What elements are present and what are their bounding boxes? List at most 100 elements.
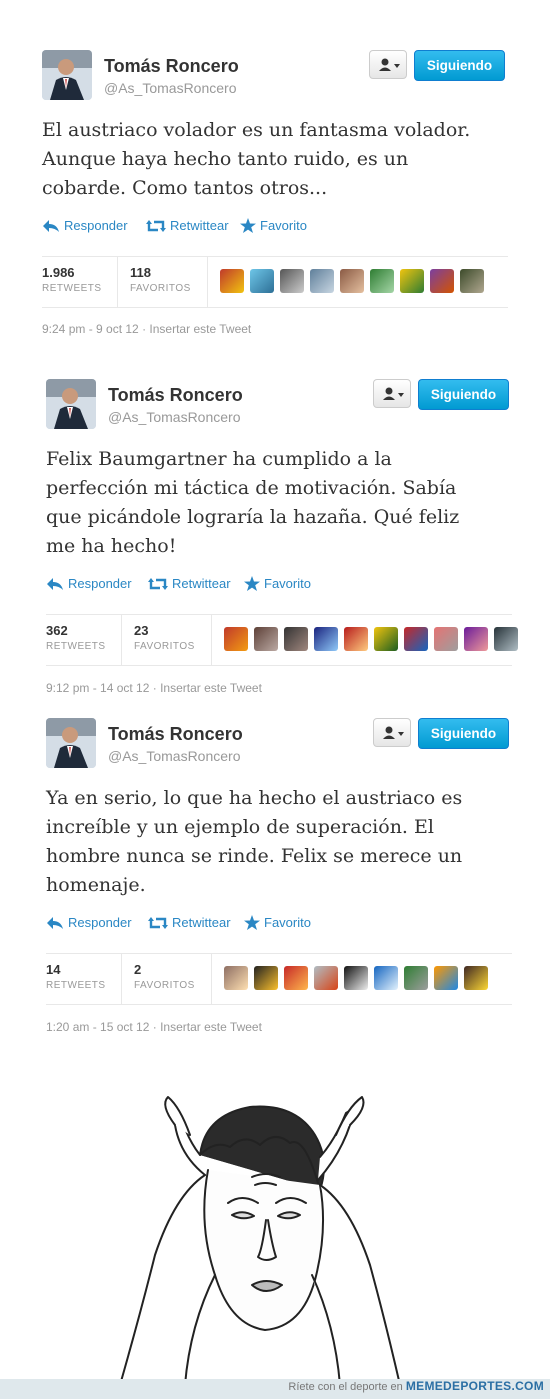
retweeter-avatar[interactable] — [254, 627, 278, 651]
retweeter-avatar[interactable] — [314, 966, 338, 990]
retweeter-avatar[interactable] — [464, 966, 488, 990]
tweet-3: Tomás Roncero @As_TomasRoncero Siguiendo… — [46, 718, 550, 1048]
retweet-button[interactable]: Retwittear — [146, 218, 229, 233]
stat-divider — [211, 615, 212, 665]
star-icon — [244, 576, 260, 591]
following-button[interactable]: Siguiendo — [418, 379, 509, 410]
stat-divider — [117, 257, 118, 307]
retweeter-avatar[interactable] — [314, 627, 338, 651]
timestamp[interactable]: 1:20 am - 15 oct 12 — [46, 1020, 149, 1034]
tweet-stats: 14 RETWEETS 2 FAVORITOS — [46, 953, 512, 1005]
retweeter-avatar[interactable] — [494, 627, 518, 651]
retweeter-avatar[interactable] — [374, 627, 398, 651]
retweeter-avatar[interactable] — [404, 627, 428, 651]
tweet-meta: 1:20 am - 15 oct 12 · Insertar este Twee… — [46, 1020, 262, 1034]
following-button[interactable]: Siguiendo — [418, 718, 509, 749]
retweet-button[interactable]: Retwittear — [148, 576, 231, 591]
retweeter-avatar[interactable] — [434, 627, 458, 651]
favorite-button[interactable]: Favorito — [244, 576, 311, 591]
reply-label: Responder — [64, 218, 128, 233]
watermark-site[interactable]: MEMEDEPORTES.COM — [406, 1379, 544, 1393]
reply-icon — [47, 577, 63, 590]
retweeter-avatar[interactable] — [370, 269, 394, 293]
retweeter-avatars — [220, 269, 490, 293]
stat-divider — [207, 257, 208, 307]
retweets-count: 14 — [46, 962, 61, 977]
user-actions-button[interactable] — [369, 50, 407, 79]
retweet-label: Retwittear — [172, 915, 231, 930]
avatar[interactable] — [46, 379, 96, 429]
user-handle[interactable]: @As_TomasRoncero — [104, 80, 237, 96]
favorites-label: FAVORITOS — [134, 980, 195, 991]
retweeter-avatar[interactable] — [344, 627, 368, 651]
favorites-label: FAVORITOS — [134, 641, 195, 652]
retweeter-avatar[interactable] — [224, 966, 248, 990]
retweet-icon — [148, 577, 168, 590]
favorites-count: 23 — [134, 623, 149, 638]
tweet-2: Tomás Roncero @As_TomasRoncero Siguiendo… — [46, 379, 550, 709]
favorite-button[interactable]: Favorito — [240, 218, 307, 233]
star-icon — [244, 915, 260, 930]
tweet-text: El austriaco volador es un fantasma vola… — [42, 119, 471, 199]
user-handle[interactable]: @As_TomasRoncero — [108, 409, 241, 425]
reply-label: Responder — [68, 915, 132, 930]
stat-divider — [121, 954, 122, 1004]
retweets-label: RETWEETS — [42, 283, 102, 294]
tweet-text: Ya en serio, lo que ha hecho el austriac… — [46, 787, 463, 896]
favorite-button[interactable]: Favorito — [244, 915, 311, 930]
retweeter-avatar[interactable] — [374, 966, 398, 990]
retweeter-avatars — [224, 627, 524, 651]
avatar[interactable] — [42, 50, 92, 100]
embed-link[interactable]: Insertar este Tweet — [160, 1020, 262, 1034]
display-name[interactable]: Tomás Roncero — [104, 56, 239, 77]
retweeter-avatar[interactable] — [340, 269, 364, 293]
reply-button[interactable]: Responder — [46, 576, 132, 591]
user-handle[interactable]: @As_TomasRoncero — [108, 748, 241, 764]
tweet-1: Tomás Roncero @As_TomasRoncero Siguiendo… — [42, 50, 550, 380]
avatar[interactable] — [46, 718, 96, 768]
favorites-count: 2 — [134, 962, 142, 977]
retweeter-avatar[interactable] — [284, 627, 308, 651]
retweet-icon — [148, 916, 168, 929]
retweeter-avatar[interactable] — [254, 966, 278, 990]
stat-divider — [211, 954, 212, 1004]
retweeter-avatar[interactable] — [280, 269, 304, 293]
retweeter-avatar[interactable] — [400, 269, 424, 293]
retweets-count: 362 — [46, 623, 68, 638]
user-icon — [383, 726, 395, 739]
embed-link[interactable]: Insertar este Tweet — [149, 322, 251, 336]
favorites-label: FAVORITOS — [130, 283, 191, 294]
retweeter-avatar[interactable] — [430, 269, 454, 293]
retweeter-avatar[interactable] — [220, 269, 244, 293]
reply-button[interactable]: Responder — [42, 218, 128, 233]
user-actions-button[interactable] — [373, 379, 411, 408]
retweeter-avatar[interactable] — [464, 627, 488, 651]
timestamp[interactable]: 9:12 pm - 14 oct 12 — [46, 681, 149, 695]
retweeter-avatar[interactable] — [250, 269, 274, 293]
favorite-label: Favorito — [260, 218, 307, 233]
retweets-label: RETWEETS — [46, 641, 106, 652]
display-name[interactable]: Tomás Roncero — [108, 724, 243, 745]
retweeter-avatar[interactable] — [310, 269, 334, 293]
tweet-meta: 9:24 pm - 9 oct 12 · Insertar este Tweet — [42, 322, 251, 336]
meta-separator: · — [152, 681, 157, 695]
retweeter-avatar[interactable] — [460, 269, 484, 293]
user-actions-button[interactable] — [373, 718, 411, 747]
display-name[interactable]: Tomás Roncero — [108, 385, 243, 406]
following-button[interactable]: Siguiendo — [414, 50, 505, 81]
retweet-label: Retwittear — [170, 218, 229, 233]
caret-down-icon — [394, 64, 400, 68]
retweeter-avatar[interactable] — [404, 966, 428, 990]
retweet-button[interactable]: Retwittear — [148, 915, 231, 930]
watermark-bar: Ríete con el deporte en MEMEDEPORTES.COM — [0, 1379, 550, 1399]
timestamp[interactable]: 9:24 pm - 9 oct 12 — [42, 322, 139, 336]
embed-link[interactable]: Insertar este Tweet — [160, 681, 262, 695]
reply-button[interactable]: Responder — [46, 915, 132, 930]
retweeter-avatar[interactable] — [344, 966, 368, 990]
retweeter-avatar[interactable] — [224, 627, 248, 651]
retweeter-avatar[interactable] — [284, 966, 308, 990]
reply-icon — [43, 219, 59, 232]
retweeter-avatar[interactable] — [434, 966, 458, 990]
caret-down-icon — [398, 732, 404, 736]
retweets-count: 1.986 — [42, 265, 75, 280]
